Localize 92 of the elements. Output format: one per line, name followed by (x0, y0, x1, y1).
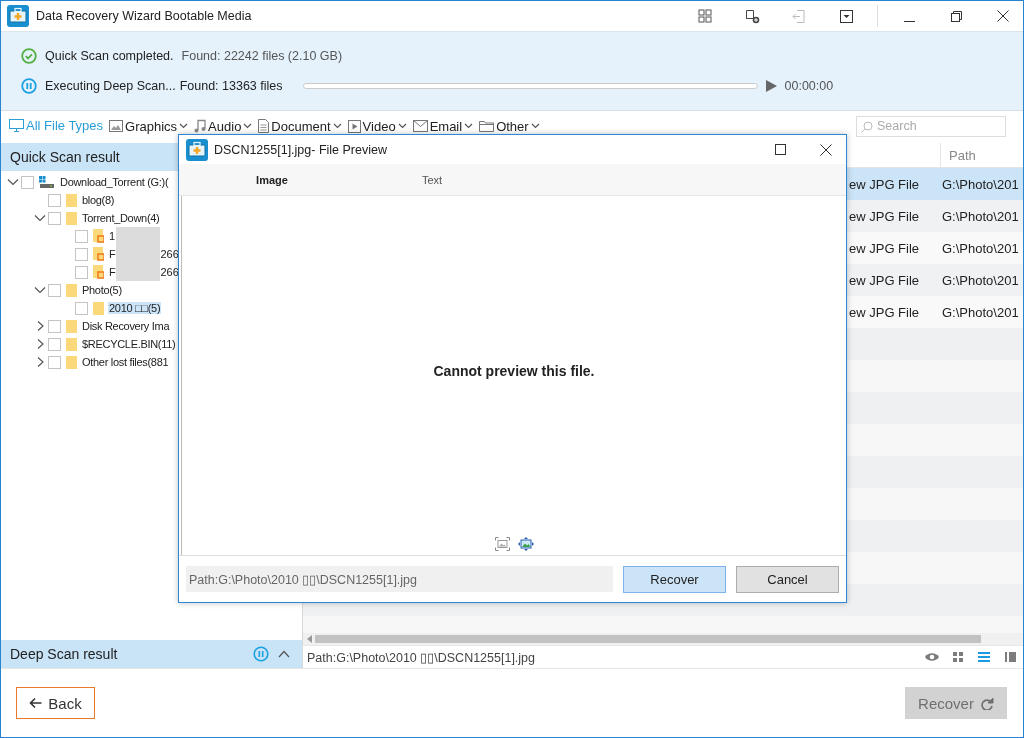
drive-icon (39, 176, 55, 188)
actual-size-icon[interactable] (517, 537, 534, 551)
found-count: Found: 13363 files (179, 79, 283, 93)
tree-item[interactable]: F (108, 266, 117, 278)
table-cell-text: ew JPG File (849, 207, 921, 226)
scrollbar[interactable] (303, 633, 1023, 645)
file-type-filter[interactable]: Graphics (109, 118, 189, 134)
chevron-icon[interactable] (5, 176, 21, 188)
image-icon (109, 120, 124, 132)
checkbox[interactable] (48, 283, 61, 297)
folder-icon (66, 211, 77, 225)
file-type-filter[interactable]: Email (412, 118, 474, 134)
folder-icon (479, 120, 495, 132)
chevron-icon[interactable] (32, 212, 48, 224)
found-count: Found: 22242 files (2.10 GB) (181, 49, 343, 63)
checkbox[interactable] (75, 229, 88, 243)
file-type-filter[interactable]: Audio (194, 118, 253, 134)
pause-icon[interactable] (253, 646, 269, 662)
folder-icon (66, 319, 77, 333)
check-circle-icon (21, 48, 37, 64)
file-path: Path:G:\Photo\2010 ▯▯\DSCN1255[1].jpg (307, 649, 537, 665)
status-text: Quick Scan completed. (45, 49, 174, 63)
redo-arrow-icon (979, 696, 994, 710)
search-field[interactable]: Search (856, 115, 1006, 137)
file-path: Path:G:\Photo\2010 ▯▯\DSCN1255[1].jpg (186, 566, 613, 592)
envelope-icon (412, 120, 428, 132)
search-icon (861, 120, 873, 133)
tree-item[interactable]: Torrent_Down(4) (81, 212, 161, 224)
back-button[interactable]: Back (16, 687, 95, 719)
fit-image-icon[interactable] (494, 537, 510, 551)
folder-icon (66, 193, 77, 207)
tree-item[interactable]: 1 (108, 230, 116, 242)
table-cell-text: ew JPG File (849, 175, 921, 194)
checkbox[interactable] (48, 337, 61, 351)
tree-item[interactable]: $RECYCLE.BIN(11) (81, 338, 177, 350)
locked-file-icon (93, 247, 104, 261)
checkbox[interactable] (48, 319, 61, 333)
checkbox[interactable] (48, 193, 61, 207)
checkbox[interactable] (21, 175, 34, 189)
recover-button[interactable]: Recover (623, 565, 726, 593)
arrow-left-icon[interactable] (307, 635, 313, 643)
locked-file-icon (93, 229, 104, 243)
table-cell-text: ew JPG File (849, 303, 921, 322)
column-header[interactable]: Path (940, 143, 1023, 167)
folder-icon (66, 283, 77, 297)
tab[interactable]: Text (352, 173, 512, 186)
app-logo-icon (186, 138, 208, 161)
checkbox[interactable] (48, 355, 61, 369)
music-note-icon (194, 119, 207, 133)
folder-icon (66, 355, 77, 369)
tree-item[interactable]: Disk Recovery Ima (81, 320, 171, 332)
cancel-button[interactable]: Cancel (736, 565, 839, 593)
checkbox[interactable] (75, 247, 88, 261)
checkbox[interactable] (75, 265, 88, 279)
chevron-icon[interactable] (278, 650, 290, 658)
panel-header: Deep Scan result (10, 646, 119, 662)
file-type-filter[interactable]: Document (258, 118, 342, 134)
app-logo-icon (7, 5, 29, 27)
checkbox[interactable] (48, 211, 61, 225)
file-type-filter[interactable]: Video (347, 118, 407, 134)
tree-item[interactable]: Download_Torrent (G:)( (59, 176, 170, 188)
document-icon (258, 119, 270, 133)
tree-item-text: 266 (160, 266, 179, 278)
table-cell-text: G:\Photo\201 (942, 303, 1020, 322)
elapsed-time: 00:00:00 (784, 79, 834, 93)
table-cell-text: ew JPG File (849, 239, 921, 258)
table-cell-text: G:\Photo\201 (942, 207, 1020, 226)
status-text: Executing Deep Scan... (45, 79, 176, 93)
tree-item[interactable]: Other lost files(881 (81, 356, 170, 368)
checkbox[interactable] (75, 301, 88, 315)
tree-item[interactable]: F (108, 248, 117, 260)
tree-item[interactable]: Photo(5) (81, 284, 123, 296)
table-cell-text: G:\Photo\201 (942, 271, 1020, 290)
play-box-icon (347, 119, 361, 133)
chevron-icon[interactable] (32, 284, 48, 296)
table-cell-text: G:\Photo\201 (942, 239, 1020, 258)
window-title: Data Recovery Wizard Bootable Media (36, 9, 253, 23)
table-cell-text: ew JPG File (849, 271, 921, 290)
play-icon[interactable] (765, 80, 777, 92)
locked-file-icon (93, 265, 104, 279)
monitor-icon (9, 118, 24, 132)
tab[interactable]: Image (192, 173, 352, 186)
tree-item[interactable]: blog(8) (81, 194, 116, 206)
file-type-filter[interactable]: Other (479, 118, 540, 134)
folder-icon (93, 301, 104, 315)
tree-item[interactable]: 2010 □□(5) (108, 302, 162, 314)
pause-icon[interactable] (21, 78, 37, 94)
tree-item-text: 266 (160, 248, 179, 260)
preview-message: Cannot preview this file. (433, 362, 595, 379)
table-cell-text: G:\Photo\201 (942, 175, 1020, 194)
arrow-left-icon (29, 697, 43, 709)
folder-icon (66, 337, 77, 351)
